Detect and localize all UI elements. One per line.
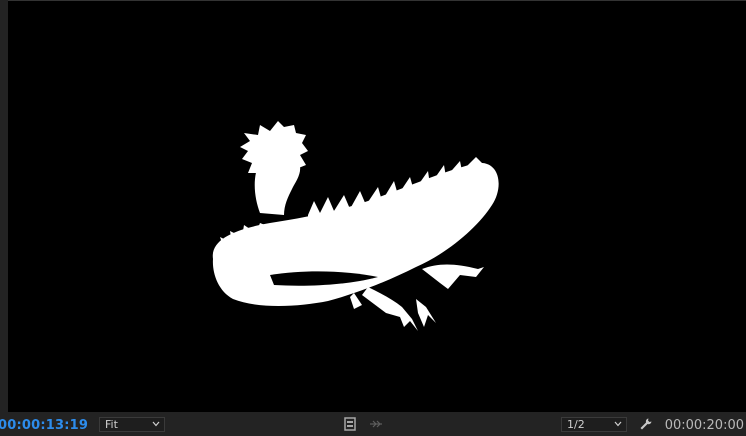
program-monitor-viewer[interactable] <box>8 0 746 413</box>
chevron-down-icon <box>614 421 622 427</box>
current-timecode[interactable]: 00:00:13:19 <box>0 418 88 433</box>
playback-resolution-select[interactable]: 1/2 <box>561 417 627 432</box>
wrench-icon[interactable] <box>639 417 653 431</box>
playback-resolution-value: 1/2 <box>567 418 585 431</box>
monitor-controls-bar: 00:00:13:19 Fit 1/2 00:00:20:00 <box>0 412 746 436</box>
film-frame-icon[interactable] <box>343 417 357 431</box>
dragon-hind-leg <box>422 264 484 289</box>
dragon-claw-front <box>362 287 418 331</box>
dragon-silhouette-frame <box>212 121 499 331</box>
dragon-claw-tip <box>416 299 436 327</box>
duration-timecode: 00:00:20:00 <box>664 418 744 433</box>
zoom-level-value: Fit <box>105 418 118 431</box>
dragon-foot <box>350 293 362 309</box>
zoom-level-select[interactable]: Fit <box>99 417 165 432</box>
insert-icon[interactable] <box>369 417 383 431</box>
chevron-down-icon <box>152 421 160 427</box>
